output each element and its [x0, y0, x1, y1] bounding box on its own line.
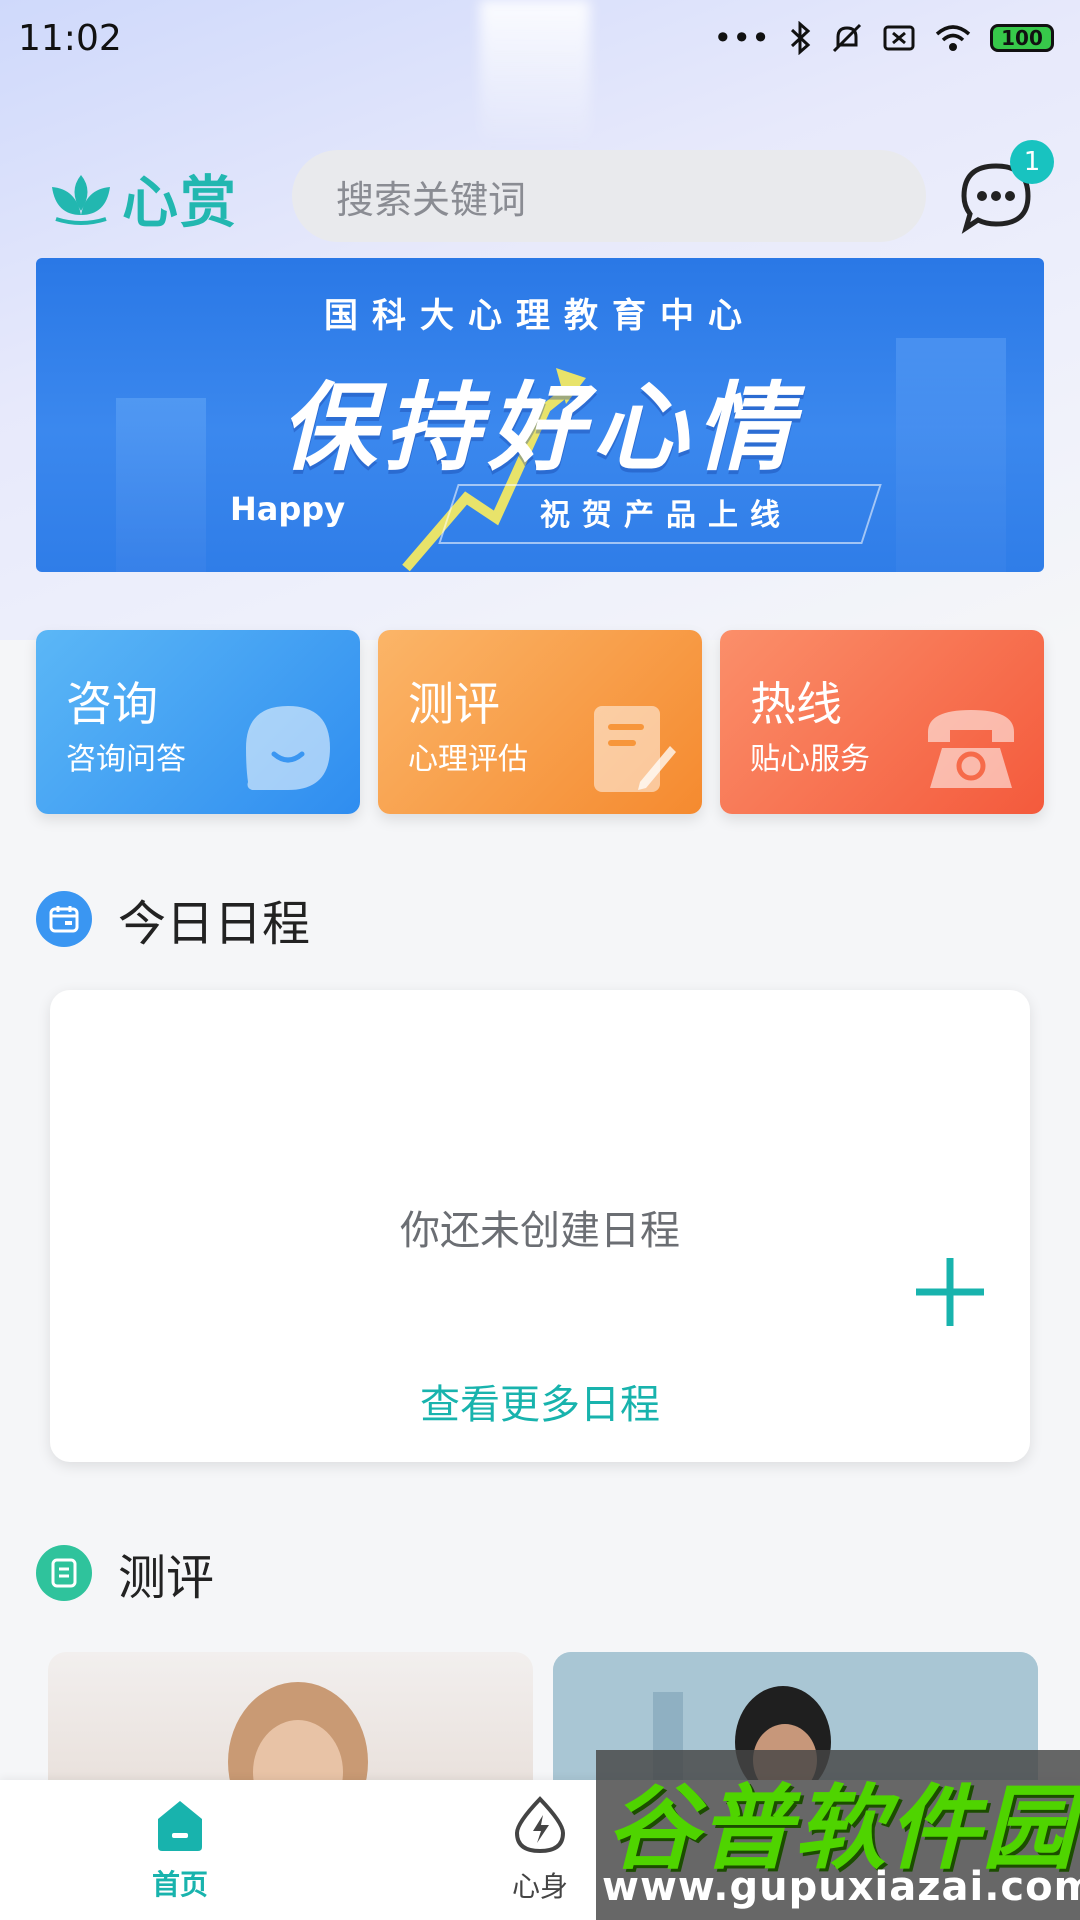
search-placeholder: 搜索关键词	[336, 177, 527, 222]
status-time: 11:02	[18, 17, 122, 59]
card-title: 测评	[408, 677, 500, 731]
banner-subtitle: 祝贺产品上线	[540, 498, 792, 533]
schedule-section-header: 今日日程	[36, 884, 310, 954]
mute-icon	[832, 23, 862, 53]
calendar-icon	[36, 891, 92, 947]
watermark-url: www.gupuxiazai.com	[602, 1864, 1080, 1910]
banner-title: 保持好心情	[280, 372, 800, 484]
home-icon	[158, 1801, 202, 1851]
app-screen: 11:02 ••• 100 心赏 搜索关键词 1 国科大心理教育中心 保持好心情…	[0, 0, 1080, 1920]
section-title: 测评	[118, 1550, 215, 1606]
app-header: 心赏 搜索关键词 1	[0, 140, 1080, 250]
status-bar: 11:02 ••• 100	[0, 0, 1080, 76]
logo-text: 心赏	[122, 171, 238, 236]
nav-home[interactable]: 首页	[0, 1780, 360, 1920]
chat-bubble-icon	[246, 706, 330, 790]
bluetooth-icon	[790, 21, 811, 55]
status-icons: ••• 100	[713, 19, 1054, 57]
card-subtitle: 心理评估	[408, 742, 528, 777]
banner-tag: Happy	[230, 490, 346, 528]
schedule-card: 你还未创建日程 查看更多日程	[50, 990, 1030, 1462]
assessment-card[interactable]: 测评 心理评估	[378, 630, 702, 814]
wifi-icon	[935, 25, 971, 51]
nav-label: 心身	[511, 1870, 568, 1903]
battery-level: 100	[1001, 26, 1043, 50]
banner-org: 国科大心理教育中心	[324, 296, 756, 336]
card-title: 热线	[750, 677, 842, 731]
more-schedule-link[interactable]: 查看更多日程	[50, 1372, 1030, 1430]
hotline-card[interactable]: 热线 贴心服务	[720, 630, 1044, 814]
card-subtitle: 贴心服务	[750, 742, 870, 777]
nav-label: 首页	[151, 1868, 208, 1901]
energy-drop-icon	[514, 1796, 566, 1854]
watermark: 谷普软件园 www.gupuxiazai.com	[596, 1750, 1080, 1920]
app-logo: 心赏	[46, 158, 238, 239]
telephone-icon	[928, 710, 1014, 788]
battery-icon: 100	[990, 24, 1054, 52]
message-badge: 1	[1010, 140, 1054, 184]
schedule-empty-text: 你还未创建日程	[400, 1208, 680, 1254]
add-schedule-icon[interactable]	[912, 1254, 988, 1330]
consult-card[interactable]: 咨询 咨询问答	[36, 630, 360, 814]
card-subtitle: 咨询问答	[66, 742, 186, 777]
list-doc-icon	[36, 1545, 92, 1601]
assessment-section-header: 测评	[36, 1538, 214, 1608]
card-title: 咨询	[66, 677, 158, 731]
more-dots-icon: •••	[713, 19, 770, 57]
sim-off-icon	[883, 25, 915, 51]
lotus-logo-icon	[52, 174, 110, 225]
promo-banner[interactable]: 国科大心理教育中心 保持好心情 Happy 祝贺产品上线	[36, 258, 1044, 572]
section-title: 今日日程	[118, 896, 311, 952]
search-input[interactable]: 搜索关键词	[292, 150, 926, 242]
quick-actions: 咨询 咨询问答 测评 心理评估 热线 贴心服务	[36, 630, 1044, 814]
document-edit-icon	[594, 706, 676, 792]
